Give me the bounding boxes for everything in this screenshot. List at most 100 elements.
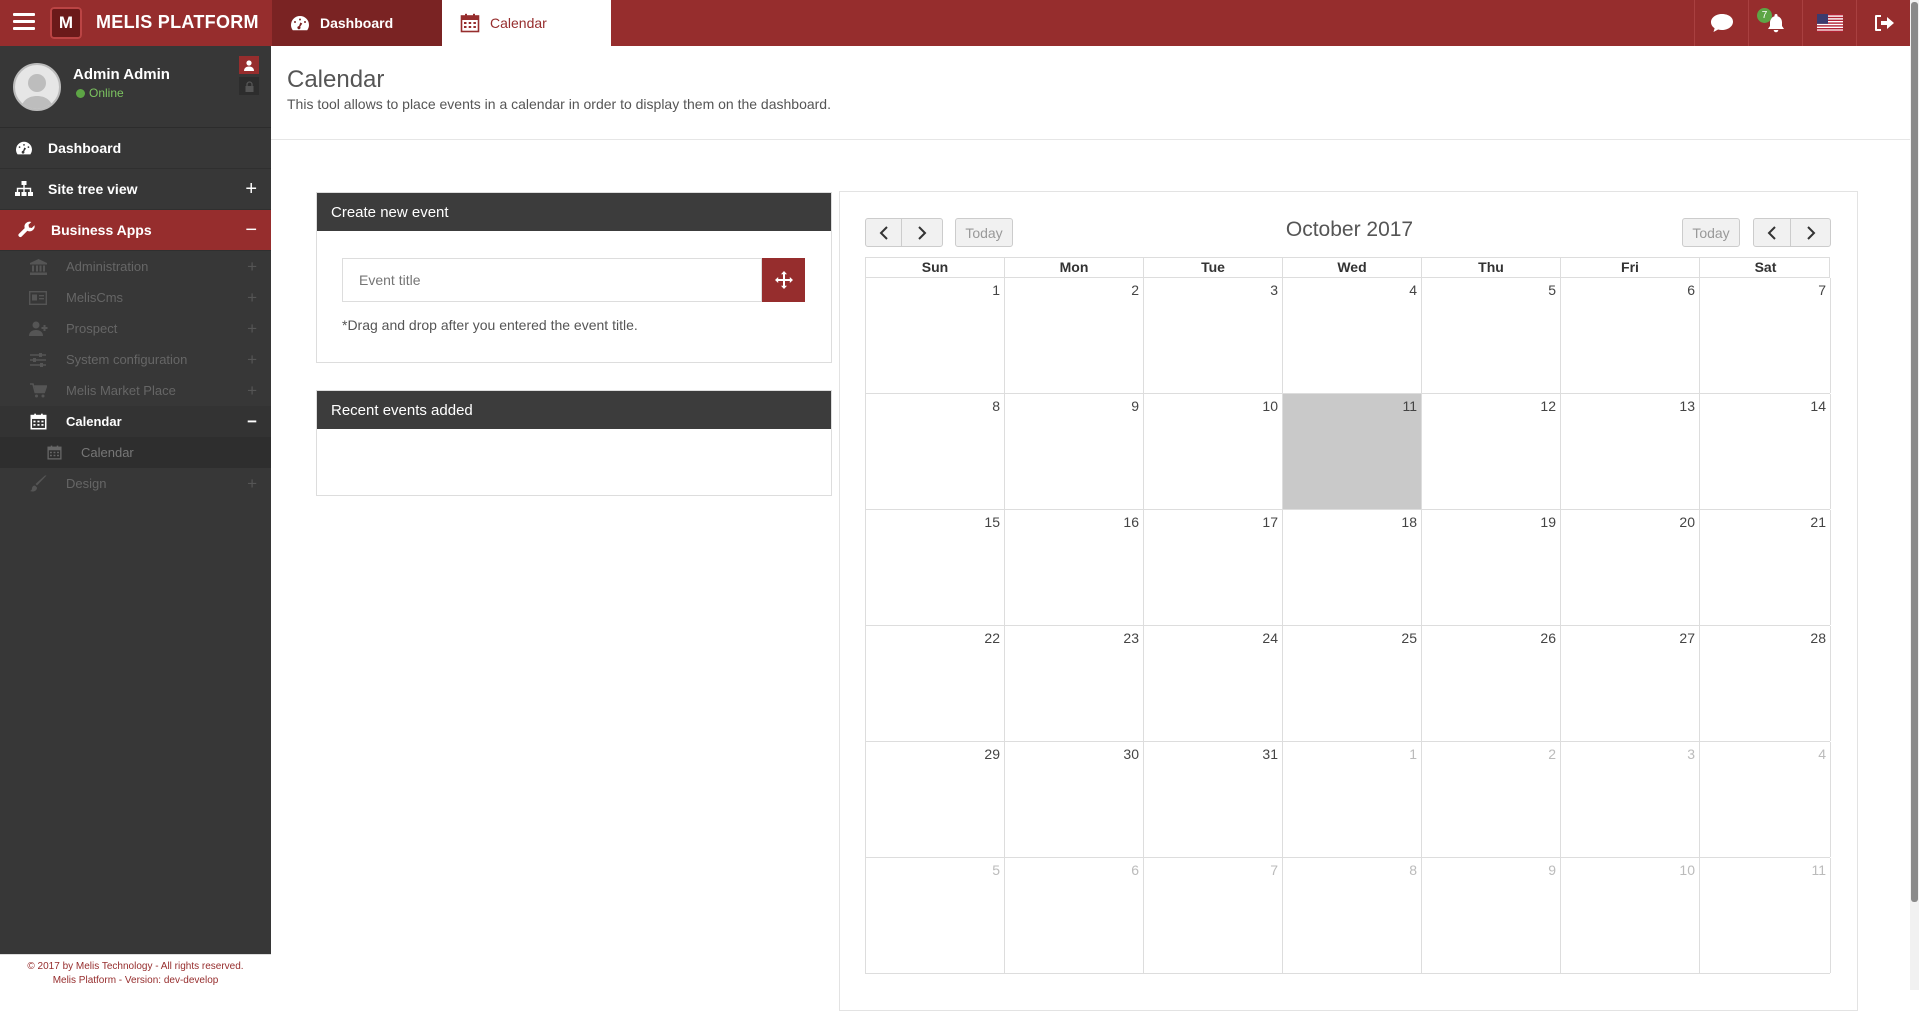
logout-icon bbox=[1874, 15, 1894, 31]
tab-calendar[interactable]: Calendar bbox=[442, 0, 611, 46]
calendar-day[interactable]: 3 bbox=[1144, 278, 1283, 393]
sidebar-item-calendar-group[interactable]: Calendar − bbox=[0, 406, 271, 437]
calendar-day[interactable]: 15 bbox=[866, 510, 1005, 625]
divider bbox=[271, 139, 1910, 140]
sidebar-item-label: Administration bbox=[66, 259, 149, 274]
calendar-day[interactable]: 8 bbox=[866, 394, 1005, 509]
id-card-icon bbox=[28, 290, 48, 305]
expand-icon[interactable]: + bbox=[247, 282, 257, 313]
calendar-day[interactable]: 22 bbox=[866, 626, 1005, 741]
calendar-day[interactable]: 6 bbox=[1005, 858, 1144, 973]
chat-button[interactable] bbox=[1694, 0, 1748, 46]
calendar-day[interactable]: 4 bbox=[1283, 278, 1422, 393]
next-month-button-right[interactable] bbox=[1790, 218, 1831, 247]
today-button-left[interactable]: Today bbox=[955, 218, 1013, 247]
top-right-icons: 7 bbox=[1694, 0, 1910, 46]
calendar-day[interactable]: 19 bbox=[1422, 510, 1561, 625]
sidebar-item-site-tree-view[interactable]: Site tree view + bbox=[0, 169, 271, 210]
calendar-day[interactable]: 17 bbox=[1144, 510, 1283, 625]
calendar-day[interactable]: 12 bbox=[1422, 394, 1561, 509]
calendar-day[interactable]: 11 bbox=[1700, 858, 1831, 973]
calendar-day[interactable]: 7 bbox=[1700, 278, 1831, 393]
sidebar-item-meliscms[interactable]: MelisCms + bbox=[0, 282, 271, 313]
weekday-label: Sun bbox=[866, 258, 1005, 277]
calendar-day[interactable]: 8 bbox=[1283, 858, 1422, 973]
expand-icon[interactable]: + bbox=[245, 169, 257, 210]
calendar-day[interactable]: 29 bbox=[866, 742, 1005, 857]
event-title-input[interactable] bbox=[342, 258, 762, 302]
lock-button[interactable] bbox=[239, 77, 259, 95]
calendar-day[interactable]: 30 bbox=[1005, 742, 1144, 857]
notifications-button[interactable]: 7 bbox=[1748, 0, 1802, 46]
calendar-day[interactable]: 2 bbox=[1422, 742, 1561, 857]
sidebar-item-prospect[interactable]: Prospect + bbox=[0, 313, 271, 344]
page-scrollbar[interactable] bbox=[1910, 0, 1919, 990]
calendar-day[interactable]: 1 bbox=[1283, 742, 1422, 857]
calendar-icon bbox=[460, 13, 480, 33]
logout-button[interactable] bbox=[1856, 0, 1910, 46]
expand-icon[interactable]: + bbox=[247, 468, 257, 499]
prev-month-button[interactable] bbox=[865, 218, 902, 247]
avatar[interactable] bbox=[13, 63, 61, 111]
calendar-week-row: 29 30 31 1 2 3 4 bbox=[865, 742, 1831, 858]
calendar-icon bbox=[44, 445, 64, 460]
collapse-icon[interactable]: − bbox=[245, 210, 257, 251]
calendar-day[interactable]: 9 bbox=[1422, 858, 1561, 973]
calendar-day[interactable]: 7 bbox=[1144, 858, 1283, 973]
calendar-day[interactable]: 6 bbox=[1561, 278, 1700, 393]
calendar-day[interactable]: 4 bbox=[1700, 742, 1831, 857]
calendar-day[interactable]: 5 bbox=[1422, 278, 1561, 393]
sidebar-item-system-configuration[interactable]: System configuration + bbox=[0, 344, 271, 375]
tab-dashboard[interactable]: Dashboard bbox=[272, 0, 442, 46]
calendar-day[interactable]: 10 bbox=[1144, 394, 1283, 509]
sidebar-item-administration[interactable]: Administration + bbox=[0, 251, 271, 282]
expand-icon[interactable]: + bbox=[247, 344, 257, 375]
next-month-button[interactable] bbox=[901, 218, 943, 247]
calendar-day[interactable]: 31 bbox=[1144, 742, 1283, 857]
calendar-day[interactable]: 23 bbox=[1005, 626, 1144, 741]
sidebar-item-dashboard[interactable]: Dashboard bbox=[0, 128, 271, 169]
calendar-day[interactable]: 27 bbox=[1561, 626, 1700, 741]
calendar-day[interactable]: 13 bbox=[1561, 394, 1700, 509]
sidebar-item-melis-market-place[interactable]: Melis Market Place + bbox=[0, 375, 271, 406]
prev-month-button-right[interactable] bbox=[1753, 218, 1791, 247]
create-event-title: Create new event bbox=[317, 193, 831, 231]
create-event-panel: Create new event *Drag and drop after yo… bbox=[316, 192, 832, 363]
calendar-day[interactable]: 18 bbox=[1283, 510, 1422, 625]
calendar-day[interactable]: 20 bbox=[1561, 510, 1700, 625]
expand-icon[interactable]: + bbox=[247, 251, 257, 282]
profile-button[interactable] bbox=[239, 56, 259, 74]
expand-icon[interactable]: + bbox=[247, 313, 257, 344]
page-title: Calendar bbox=[287, 66, 385, 93]
calendar-day[interactable]: 21 bbox=[1700, 510, 1831, 625]
sidebar-item-calendar[interactable]: Calendar bbox=[0, 437, 271, 468]
calendar-day[interactable]: 26 bbox=[1422, 626, 1561, 741]
collapse-icon[interactable]: − bbox=[247, 406, 257, 437]
scrollbar-thumb[interactable] bbox=[1911, 2, 1918, 902]
calendar-day[interactable]: 10 bbox=[1561, 858, 1700, 973]
sidebar-footer: © 2017 by Melis Technology - All rights … bbox=[0, 954, 271, 990]
hamburger-menu-icon[interactable] bbox=[13, 13, 35, 31]
today-button-right[interactable]: Today bbox=[1682, 218, 1740, 247]
calendar-day[interactable]: 2 bbox=[1005, 278, 1144, 393]
weekday-label: Mon bbox=[1005, 258, 1144, 277]
sidebar-item-design[interactable]: Design + bbox=[0, 468, 271, 499]
expand-icon[interactable]: + bbox=[247, 375, 257, 406]
version-text: Melis Platform - Version: dev-develop bbox=[52, 975, 219, 986]
drag-event-button[interactable] bbox=[762, 258, 805, 302]
dashboard-icon bbox=[13, 140, 35, 156]
language-button[interactable] bbox=[1802, 0, 1856, 46]
sidebar-item-business-apps[interactable]: Business Apps − bbox=[0, 210, 271, 251]
calendar-day[interactable]: 25 bbox=[1283, 626, 1422, 741]
calendar-day[interactable]: 3 bbox=[1561, 742, 1700, 857]
sidebar-item-label: Prospect bbox=[66, 321, 118, 336]
calendar-day[interactable]: 5 bbox=[866, 858, 1005, 973]
calendar-day[interactable]: 16 bbox=[1005, 510, 1144, 625]
calendar-day[interactable]: 1 bbox=[866, 278, 1005, 393]
calendar-day[interactable]: 14 bbox=[1700, 394, 1831, 509]
calendar-day-today[interactable]: 11 bbox=[1283, 394, 1422, 509]
calendar-day[interactable]: 28 bbox=[1700, 626, 1831, 741]
calendar-day[interactable]: 24 bbox=[1144, 626, 1283, 741]
calendar-day[interactable]: 9 bbox=[1005, 394, 1144, 509]
sidebar-item-label: Calendar bbox=[81, 445, 134, 460]
